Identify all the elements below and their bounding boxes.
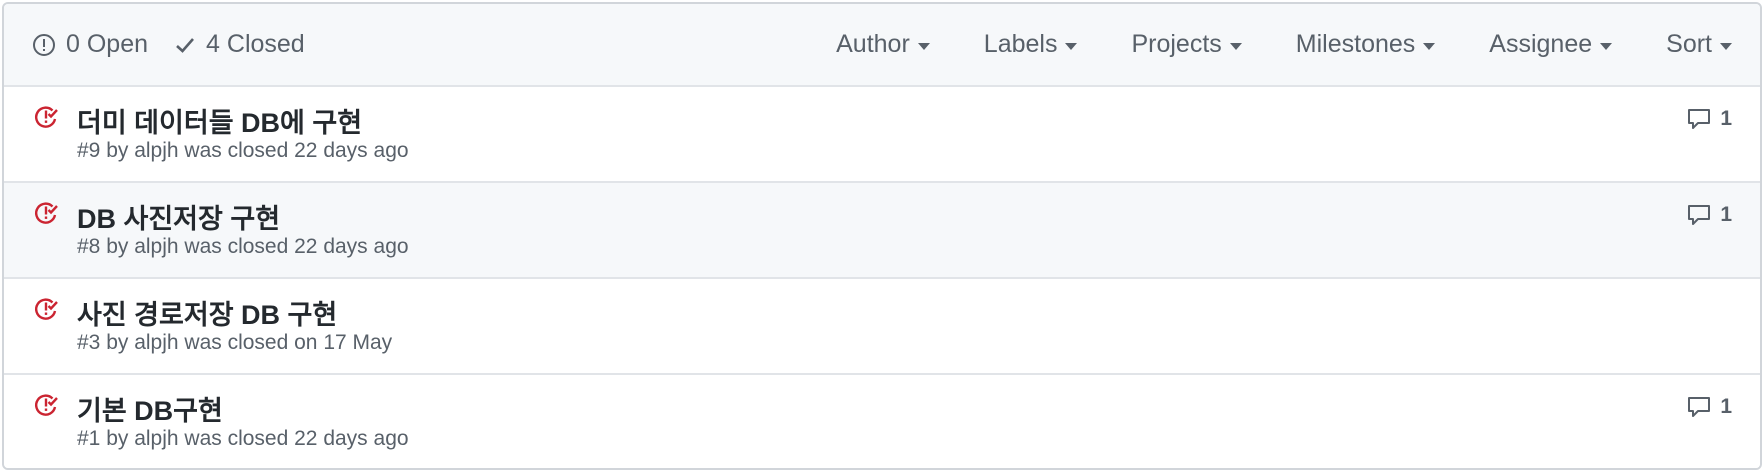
caret-down-icon [1065, 42, 1078, 50]
comment-count: 1 [1720, 395, 1732, 418]
filter-author[interactable]: Author [836, 30, 930, 59]
filter-labels[interactable]: Labels [984, 30, 1078, 59]
filter-label: Labels [983, 30, 1058, 58]
comment-count: 1 [1720, 203, 1732, 226]
issue-closed-icon [33, 200, 59, 231]
caret-down-icon [1600, 42, 1613, 50]
issue-title[interactable]: 기본 DB구현 [77, 389, 223, 428]
issue-opened-icon [33, 33, 55, 56]
issue-row[interactable]: 기본 DB구현 #1 by alpjh was closed 22 days ag… [4, 375, 1760, 468]
filter-milestones[interactable]: Milestones [1296, 30, 1436, 59]
filter-label: Projects [1131, 30, 1222, 58]
issue-closed-icon [33, 296, 59, 327]
issue-list: 더미 데이터들 DB에 구현 #9 by alpjh was closed 22 … [4, 87, 1760, 468]
issues-list-header: 0 Open 4 Closed Author Labels Projects Mile… [4, 4, 1760, 87]
filter-label: Author [836, 30, 910, 58]
filter-sort[interactable]: Sort [1666, 30, 1732, 59]
comment-count: 1 [1720, 107, 1732, 130]
issue-row[interactable]: 사진 경로저장 DB 구현 #3 by alpjh was closed on 1… [4, 279, 1760, 375]
comments-link[interactable]: 1 [1686, 395, 1732, 419]
filter-projects[interactable]: Projects [1131, 30, 1242, 59]
issue-meta: #1 by alpjh was closed 22 days ago [77, 427, 409, 450]
filter-label: Assignee [1489, 30, 1593, 58]
closed-label: Closed [226, 30, 305, 58]
issue-state-toggles: 0 Open 4 Closed [32, 30, 305, 59]
caret-down-icon [1720, 42, 1732, 50]
issue-meta: #8 by alpjh was closed 22 days ago [77, 235, 409, 258]
issues-list-box: 0 Open 4 Closed Author Labels Projects Mile… [2, 2, 1762, 470]
caret-down-icon [1423, 42, 1436, 50]
issue-meta: #9 by alpjh was closed 22 days ago [77, 139, 409, 162]
open-count: 0 [66, 30, 80, 58]
caret-down-icon [1229, 42, 1242, 50]
filter-label: Sort [1666, 30, 1712, 58]
closed-count: 4 [206, 30, 220, 58]
closed-issues-link[interactable]: 4 Closed [174, 30, 305, 59]
issue-title[interactable]: DB 사진저장 구현 [77, 197, 280, 236]
issue-meta: #3 by alpjh was closed on 17 May [77, 331, 393, 354]
issue-title[interactable]: 더미 데이터들 DB에 구현 [77, 101, 362, 140]
filter-label: Milestones [1295, 30, 1416, 58]
issue-closed-icon [33, 392, 59, 423]
issue-title[interactable]: 사진 경로저장 DB 구현 [77, 293, 337, 332]
issue-row[interactable]: DB 사진저장 구현 #8 by alpjh was closed 22 days… [4, 183, 1760, 279]
comment-icon [1688, 109, 1711, 129]
issue-closed-icon [33, 104, 59, 135]
filter-assignee[interactable]: Assignee [1489, 30, 1613, 59]
comment-icon [1688, 397, 1711, 417]
comments-link[interactable]: 1 [1686, 203, 1732, 227]
open-issues-link[interactable]: 0 Open [32, 30, 148, 59]
comments-link[interactable]: 1 [1686, 107, 1732, 131]
caret-down-icon [917, 42, 930, 50]
open-label: Open [86, 30, 149, 58]
issue-row[interactable]: 더미 데이터들 DB에 구현 #9 by alpjh was closed 22 … [4, 87, 1760, 183]
filter-bar: Author Labels Projects Milestones Assignee So… [836, 30, 1732, 59]
check-icon [176, 37, 195, 53]
comment-icon [1688, 205, 1711, 225]
